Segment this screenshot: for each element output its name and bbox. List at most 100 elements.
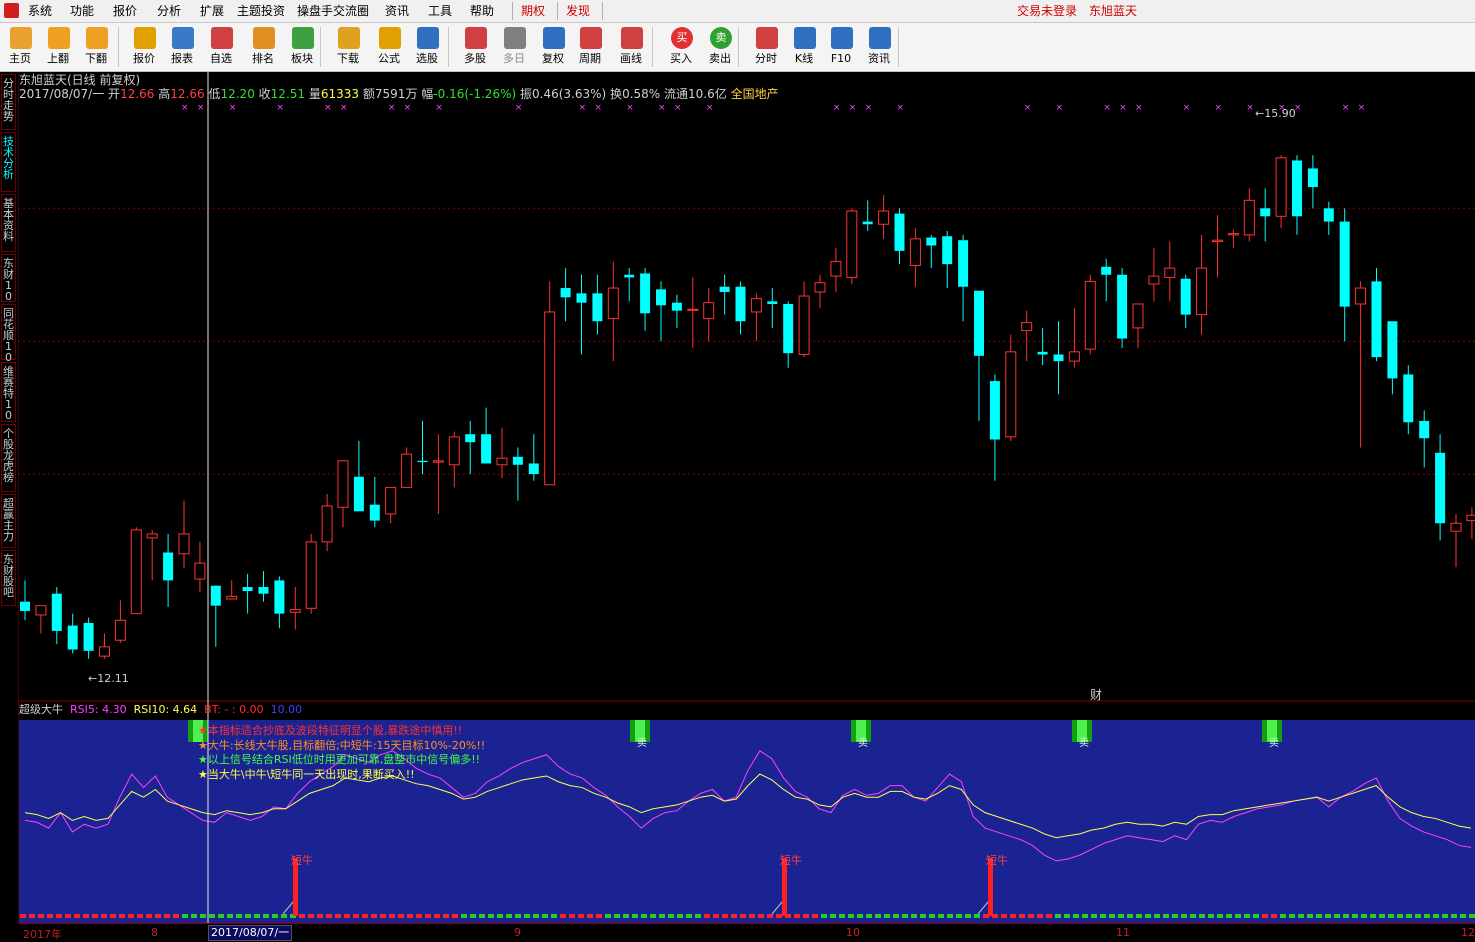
candle-body-up xyxy=(703,302,715,320)
toolbar-button-formula[interactable]: 公式 xyxy=(369,25,409,69)
toolbar-button-report[interactable]: 报表 xyxy=(162,25,202,69)
menu-options[interactable]: 期权 xyxy=(521,3,545,19)
menu-discover[interactable]: 发现 xyxy=(566,3,590,19)
signal-band-dash xyxy=(56,914,62,918)
toolbar-separator xyxy=(448,27,449,67)
side-tab-0[interactable]: 分时走势 xyxy=(1,74,16,130)
signal-band-dash xyxy=(893,914,899,918)
signal-x-marker: × xyxy=(1183,103,1191,113)
signal-band-dash xyxy=(1073,914,1079,918)
signal-band-dash xyxy=(1469,914,1475,918)
signal-band-dash xyxy=(533,914,539,918)
toolbar-button-label: 多股 xyxy=(464,52,486,65)
signal-x-marker: × xyxy=(197,103,205,113)
side-tab-4[interactable]: 同花顺10 xyxy=(1,304,16,363)
toolbar-button-multi-day[interactable]: 多日 xyxy=(494,25,534,69)
signal-band-dash xyxy=(506,914,512,918)
signal-x-marker: × xyxy=(229,103,237,113)
toolbar-button-rank[interactable]: 排名 xyxy=(243,25,283,69)
toolbar-button-f6[interactable]: 自选 xyxy=(201,25,241,69)
toolbar-button-intraday[interactable]: 分时 xyxy=(746,25,786,69)
quote-icon xyxy=(134,27,156,49)
date-label-aug: 8 xyxy=(151,926,158,939)
multi-stock-icon xyxy=(465,27,487,49)
candle-body-down xyxy=(862,221,873,225)
signal-band-dash xyxy=(416,914,422,918)
trade-login-status[interactable]: 交易未登录 xyxy=(1017,3,1077,19)
finance-marker[interactable]: 财 xyxy=(1090,686,1102,703)
signal-band-dash xyxy=(731,914,737,918)
signal-band-dash xyxy=(776,914,782,918)
menu-theme-invest[interactable]: 主题投资 xyxy=(237,3,285,19)
signal-x-marker: × xyxy=(404,103,412,113)
toolbar-button-sector[interactable]: 板块 xyxy=(282,25,322,69)
side-tab-6[interactable]: 个股龙虎榜 xyxy=(1,424,16,492)
toolbar-button-pick-stock[interactable]: 选股 xyxy=(407,25,447,69)
signal-band-dash xyxy=(803,914,809,918)
toolbar-button-sell[interactable]: 卖卖出 xyxy=(700,25,740,69)
toolbar-button-draw-line[interactable]: 画线 xyxy=(611,25,651,69)
signal-band-dash xyxy=(614,914,620,918)
region-label[interactable]: 全国地产 xyxy=(731,87,779,101)
signal-x-marker: × xyxy=(515,103,523,113)
signal-band-dash xyxy=(821,914,827,918)
side-tab-2[interactable]: 基本资料 xyxy=(1,194,16,252)
signal-band-dash xyxy=(254,914,260,918)
toolbar-button-home[interactable]: 主页 xyxy=(0,25,40,69)
toolbar-button-news[interactable]: 资讯 xyxy=(859,25,899,69)
toolbar-button-label: 下载 xyxy=(337,52,359,65)
signal-band-dash xyxy=(1424,914,1430,918)
menu-trader-circle[interactable]: 操盘手交流圈 xyxy=(297,3,369,19)
toolbar-button-multi-stock[interactable]: 多股 xyxy=(455,25,495,69)
signal-band-dash xyxy=(884,914,890,918)
rsi5-label: RSI5: xyxy=(70,703,99,716)
chart-area[interactable]: × × × × × × × × × × × × × × × × × × × × × × × × × × × × × × × × 短牛 短牛 短牛卖卖… xyxy=(18,72,1475,941)
candle-body-down xyxy=(671,302,682,311)
menu-function[interactable]: 功能 xyxy=(70,3,94,19)
menu-analysis[interactable]: 分析 xyxy=(157,3,181,19)
indicator-name[interactable]: 超级大牛 xyxy=(19,703,63,716)
signal-x-marker: × xyxy=(1358,103,1366,113)
side-tab-7[interactable]: 超赢主力 xyxy=(1,494,16,548)
candle-body-down xyxy=(592,293,603,322)
toolbar-button-f8[interactable]: 周期 xyxy=(570,25,610,69)
signal-band-dash xyxy=(1379,914,1385,918)
signal-band-dash xyxy=(857,914,863,918)
signal-band-dash xyxy=(497,914,503,918)
toolbar-button-quote[interactable]: 报价 xyxy=(124,25,164,69)
menu-separator xyxy=(512,2,513,20)
signal-band-dash xyxy=(758,914,764,918)
menu-help[interactable]: 帮助 xyxy=(470,3,494,19)
kline-chart[interactable]: × × × × × × × × × × × × × × × × × × × × × × × × × × × × × × × ×短牛 短牛 短牛卖卖… xyxy=(18,72,1475,940)
signal-x-marker: × xyxy=(833,103,841,113)
toolbar-button-buy[interactable]: 买买入 xyxy=(661,25,701,69)
side-tab-5[interactable]: 维赛特10 xyxy=(1,362,16,422)
signal-band-dash xyxy=(668,914,674,918)
menu-tools[interactable]: 工具 xyxy=(428,3,452,19)
signal-x-marker: × xyxy=(658,103,666,113)
signal-band-dash xyxy=(299,914,305,918)
toolbar-button-adjust[interactable]: 复权 xyxy=(533,25,573,69)
date-label-nov: 11 xyxy=(1116,926,1130,939)
side-tab-1[interactable]: 技术分析 xyxy=(1,132,16,192)
menu-quote[interactable]: 报价 xyxy=(113,3,137,19)
toolbar-button-kline[interactable]: K线 xyxy=(784,25,824,69)
menu-news[interactable]: 资讯 xyxy=(385,3,409,19)
star-icon: ★ xyxy=(198,724,208,737)
menu-system[interactable]: 系统 xyxy=(28,3,52,19)
signal-band-dash xyxy=(1442,914,1448,918)
toolbar-button-f10[interactable]: F10 xyxy=(821,25,861,69)
candle-body-up xyxy=(1243,199,1255,236)
menu-extend[interactable]: 扩展 xyxy=(200,3,224,19)
toolbar-button-arrow-up[interactable]: 上翻 xyxy=(38,25,78,69)
signal-band-dash xyxy=(875,914,881,918)
signal-band-dash xyxy=(1253,914,1259,918)
amplitude-label: 振 xyxy=(520,87,533,101)
side-tab-8[interactable]: 东财股吧 xyxy=(1,550,16,606)
toolbar-button-download[interactable]: 下载 xyxy=(328,25,368,69)
signal-band-dash xyxy=(227,914,233,918)
toolbar-button-arrow-down[interactable]: 下翻 xyxy=(76,25,116,69)
side-tab-3[interactable]: 东财10 xyxy=(1,254,16,302)
menu-separator xyxy=(557,2,558,20)
candle-body-up xyxy=(1021,322,1033,332)
